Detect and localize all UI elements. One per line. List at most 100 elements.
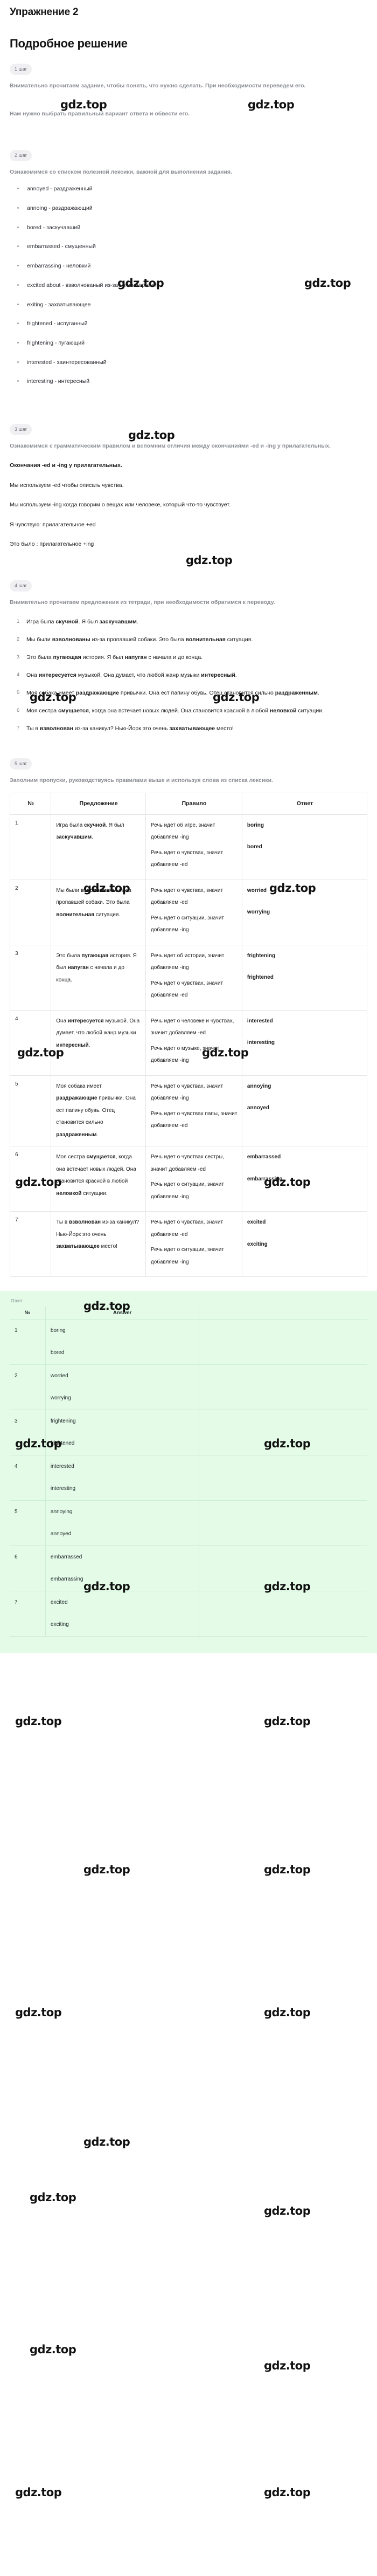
table-row: 2 Мы были взволнованы из-за пропавшей соб… — [9, 879, 368, 945]
answer-word: interested — [247, 1018, 273, 1024]
cell-sentence: Моя сестра смущается, когда она встечает… — [51, 1146, 146, 1212]
cell-blank — [199, 1591, 367, 1637]
cell-answer: boring bored — [241, 814, 368, 880]
answer-word: interesting — [50, 1486, 76, 1492]
cell-number: 2 — [10, 1364, 46, 1411]
answer-word: excited — [247, 1219, 266, 1226]
list-item: excited about - взволнованый из-за / в в… — [10, 281, 367, 290]
cell-answer: excited exciting — [241, 1211, 368, 1277]
answer-word: bored — [50, 1350, 65, 1356]
watermark: gdz.top — [264, 1863, 311, 1876]
watermark: gdz.top — [15, 1715, 62, 1728]
cell-rule: Речь идет о чувствах, значит добавляем -… — [145, 1075, 242, 1147]
answer-word: exciting — [247, 1241, 268, 1247]
cell-sentence: Мы были взволнованы из-за пропавшей соба… — [51, 879, 146, 945]
cell-answer: boring bored — [45, 1319, 200, 1365]
answer-word: embarrassing — [247, 1176, 283, 1182]
step-2: 2 шаг Ознакомимся со списком полезной ле… — [10, 147, 367, 386]
table-row: 1 Игра была скучной. Я был заскучавшим. Ре… — [9, 814, 368, 880]
cell-sentence: Моя собака имеет раздражающие привычки. … — [51, 1075, 146, 1147]
list-item: Игра была скучной. Я был заскучавшим. — [17, 616, 138, 627]
cell-number: 5 — [9, 1075, 52, 1147]
column-header-blank — [199, 1307, 367, 1320]
cell-rule: Речь идет о чувствах, значит добавляем -… — [145, 1211, 242, 1277]
list-item: embarrassing - неловкий — [10, 262, 367, 270]
cell-blank — [199, 1545, 367, 1592]
column-header-answer: Ответ — [241, 792, 368, 815]
sentence-list: Игра была скучной. Я был заскучавшим. Мы… — [10, 616, 367, 734]
answer-word: embarrassing — [50, 1576, 83, 1583]
answer-word: annoyed — [50, 1531, 72, 1537]
table-row: 5 annoying annoyed — [10, 1500, 367, 1547]
answer-word: worrying — [50, 1395, 71, 1402]
answer-word: annoying — [247, 1083, 271, 1089]
cell-number: 1 — [9, 814, 52, 880]
table-row: 7 Ты в взволнован из-за каникул? Нью-Йорк… — [9, 1211, 368, 1277]
cell-rule: Речь идет о чувствах, значит добавляем -… — [145, 879, 242, 945]
answer-word: annoyed — [247, 1105, 270, 1111]
cell-rule: Речь идет об истории, значит добавляем -… — [145, 944, 242, 1011]
table-row: 3 frightening frightened — [10, 1410, 367, 1456]
watermark: gdz.top — [264, 2359, 311, 2372]
cell-rule: Речь идет об игре, значит добавляем -ing… — [145, 814, 242, 880]
list-item: Ты в взволнован из-за каникул? Нью-Йорк … — [17, 723, 234, 733]
table-row: 5 Моя собака имеет раздражающие привычки.… — [9, 1075, 368, 1147]
step-4: 4 шаг Внимательно прочитаем предложения … — [10, 577, 367, 734]
answer-word: embarrassed — [50, 1554, 82, 1561]
grammar-rule-4: Это было : прилагательное +ing — [10, 541, 94, 548]
table-header-row: № Предложение Правило Ответ — [9, 792, 368, 815]
cell-number: 4 — [10, 1455, 46, 1501]
answers-table: № Answer 1 boring bored 2 worried worrying 3… — [10, 1307, 367, 1637]
rule-text: Речь идет о чувствах, значит добавляем -… — [150, 887, 224, 906]
watermark: gdz.top — [264, 1715, 311, 1728]
column-header-rule: Правило — [145, 792, 242, 815]
step-badge: 2 шаг — [10, 149, 32, 161]
rule-text: Речь идет о человеке и чувствах, значит … — [150, 1018, 234, 1036]
cell-answer: interested interesting — [241, 1009, 368, 1076]
rule-text: Речь идет о чувствах, значит добавляем -… — [150, 1219, 224, 1238]
answer-word: interesting — [247, 1040, 275, 1046]
watermark: gdz.top — [83, 1863, 130, 1876]
cell-number: 4 — [9, 1009, 52, 1076]
cell-answer: annoying annoyed — [45, 1500, 200, 1547]
column-header-number: № — [9, 792, 52, 815]
list-item: Это была пугающая история. Я был напуган… — [17, 652, 203, 662]
cell-answer: worried worrying — [45, 1364, 200, 1411]
rule-text: Речь идет о чувствах, значит добавляем -… — [150, 980, 224, 999]
cell-number: 6 — [10, 1545, 46, 1592]
answer-word: annoying — [50, 1509, 73, 1515]
list-item: interested - заинтересованный — [10, 359, 367, 367]
solution-table: № Предложение Правило Ответ 1 Игра была с… — [9, 792, 368, 1277]
watermark: gdz.top — [264, 2006, 311, 2019]
list-item: annoing - раздражающий — [10, 204, 367, 212]
step-1: 1 шаг Внимательно прочитаем задание, что… — [10, 60, 367, 120]
cell-answer: worried worrying — [241, 879, 368, 945]
step-1-paragraph-1: Внимательно прочитаем задание, чтобы пон… — [10, 83, 306, 89]
answer-word: bored — [247, 844, 262, 850]
list-item: bored - заскучавший — [10, 224, 367, 232]
list-item: embarrassed - смущенный — [10, 243, 367, 251]
rule-text: Речь идет о ситуации, значит добавляем -… — [150, 915, 224, 933]
answer-word: frightened — [247, 974, 274, 981]
step-4-paragraph-1: Внимательно прочитаем предложения из тет… — [10, 599, 275, 606]
answer-word: boring — [50, 1328, 66, 1334]
cell-number: 7 — [10, 1591, 46, 1637]
cell-sentence: Ты в взволнован из-за каникул? Нью-Йорк … — [51, 1211, 146, 1277]
table-row: 4 interested interesting — [10, 1455, 367, 1501]
cell-number: 2 — [9, 879, 52, 945]
cell-rule: Речь идет о чувствах сестры, значит доба… — [145, 1146, 242, 1212]
table-row: 3 Это была пугающая история. Я был напуга… — [9, 944, 368, 1011]
rule-text: Речь идет о чувствах папы, значит добавл… — [150, 1110, 238, 1129]
cell-sentence: Это была пугающая история. Я был напуган… — [51, 944, 146, 1011]
cell-number: 6 — [9, 1146, 52, 1212]
answer-word: worried — [247, 887, 267, 894]
cell-answer: excited exciting — [45, 1591, 200, 1637]
step-5: 5 шаг Заполним пропуски, руководствуясь … — [9, 755, 368, 1277]
grammar-rule-2: Мы используем -ing когда говорим о вещах… — [10, 502, 231, 509]
cell-answer: interested interesting — [45, 1455, 200, 1501]
table-row: 6 embarrassed embarrassing — [10, 1545, 367, 1592]
column-header-number: № — [10, 1307, 46, 1320]
rule-text: Речь идет о музыке, значит добавляем -in… — [150, 1045, 220, 1064]
step-5-paragraph-1: Заполним пропуски, руководствуясь правил… — [10, 777, 273, 784]
list-item: frightened - испуганный — [10, 320, 367, 328]
